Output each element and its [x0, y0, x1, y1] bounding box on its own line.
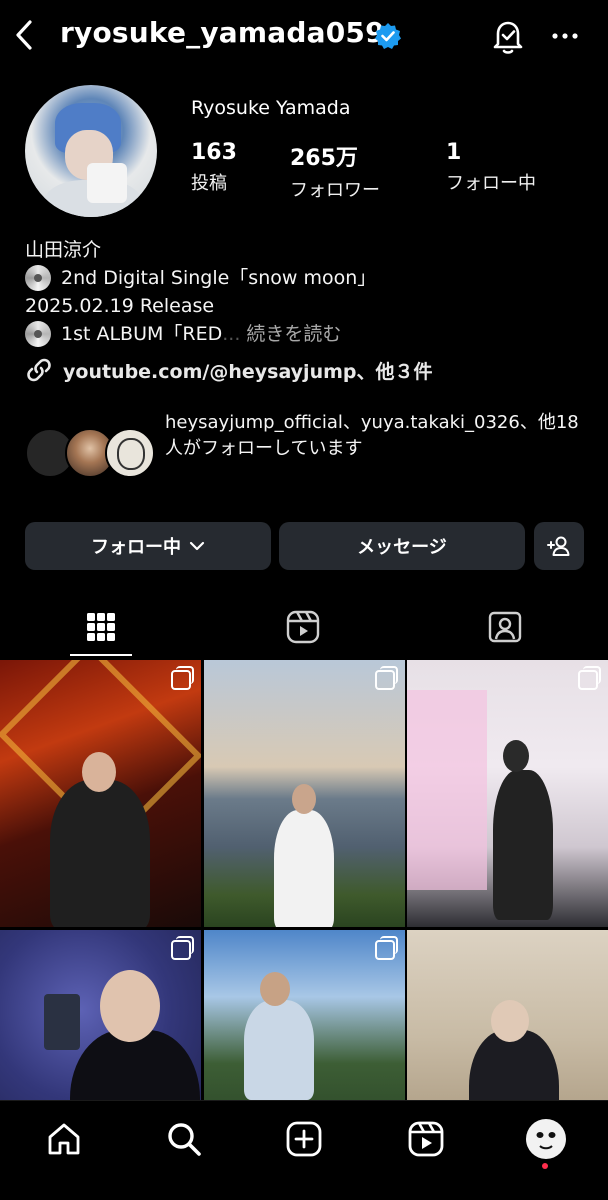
- bio-line-name: 山田涼介: [25, 236, 585, 264]
- multi-photo-icon: [171, 936, 194, 960]
- read-more-link[interactable]: 続きを読む: [246, 320, 341, 348]
- verified-badge-icon: [375, 23, 401, 49]
- photo-subject: [493, 770, 553, 920]
- profile-avatar-icon: [526, 1119, 566, 1159]
- nav-home[interactable]: [42, 1117, 86, 1161]
- bottom-navigation: [0, 1100, 608, 1200]
- profile-bio: 山田涼介 2nd Digital Single「snow moon」 2025.…: [25, 236, 585, 348]
- tab-reels[interactable]: [202, 596, 404, 658]
- post-thumbnail[interactable]: [0, 660, 201, 927]
- multi-photo-icon: [171, 666, 194, 690]
- bio-external-link[interactable]: youtube.com/@heysayjump、他３件: [25, 356, 433, 384]
- stat-followers-value: 265万: [290, 146, 358, 171]
- photo-subject-head: [260, 972, 290, 1006]
- photo-subject: [244, 1000, 314, 1100]
- bio-line-release: 2025.02.19 Release: [25, 292, 585, 320]
- chevron-down-icon: [189, 541, 205, 551]
- plus-square-icon: [286, 1121, 322, 1157]
- avatar-cup: [87, 163, 127, 203]
- bio-name-text: 山田涼介: [25, 239, 102, 261]
- search-icon: [168, 1123, 201, 1156]
- following-button-label: フォロー中: [91, 537, 181, 558]
- bio-single-text: 2nd Digital Single「snow moon」: [61, 267, 377, 289]
- message-button-label: メッセージ: [357, 537, 447, 558]
- stat-posts[interactable]: 163 投稿: [191, 140, 237, 195]
- stat-following-value: 1: [446, 140, 462, 165]
- profile-username: ryosuke_yamada059: [60, 16, 385, 49]
- add-user-icon: [547, 536, 570, 556]
- follower-avatar: [105, 428, 155, 478]
- bio-album-text: 1st ALBUM「RED: [61, 323, 223, 345]
- multi-photo-icon: [578, 666, 601, 690]
- multi-photo-icon: [375, 936, 398, 960]
- nav-search[interactable]: [162, 1117, 206, 1161]
- notification-dot: [542, 1163, 548, 1169]
- stat-followers-label: フォロワー: [290, 180, 380, 201]
- grid-icon: [87, 613, 115, 641]
- top-bar: ryosuke_yamada059: [0, 0, 608, 72]
- profile-tabs: [0, 596, 608, 658]
- stat-following-label: フォロー中: [446, 173, 536, 194]
- cd-icon: [25, 321, 51, 347]
- stat-posts-label: 投稿: [191, 173, 227, 194]
- display-name: Ryosuke Yamada: [191, 97, 351, 119]
- photo-subject: [50, 780, 150, 927]
- nav-create[interactable]: [282, 1117, 326, 1161]
- stat-posts-value: 163: [191, 140, 237, 165]
- notification-bell-icon[interactable]: [488, 16, 528, 56]
- photo-subject-head: [82, 752, 116, 792]
- bio-ellipsis: ...: [222, 323, 241, 345]
- tagged-user-icon: [488, 611, 522, 643]
- post-grid: [0, 660, 608, 1197]
- tab-tagged[interactable]: [404, 596, 606, 658]
- arcade-machine: [407, 690, 487, 890]
- multi-photo-icon: [375, 666, 398, 690]
- photo-subject-head: [292, 784, 316, 814]
- home-icon: [48, 1123, 80, 1155]
- tab-grid[interactable]: [0, 596, 202, 658]
- add-user-button[interactable]: [534, 522, 584, 570]
- bio-release-text: 2025.02.19 Release: [25, 295, 215, 317]
- avatar-sketch-face: [117, 438, 145, 470]
- avatar-doodle: [536, 1132, 556, 1150]
- nav-profile[interactable]: [524, 1117, 568, 1161]
- followed-by-row[interactable]: heysayjump_official、yuya.takaki_0326、他18…: [25, 410, 595, 500]
- photo-subject-head: [491, 1000, 529, 1042]
- reels-icon: [408, 1121, 444, 1157]
- photo-subject-head: [503, 740, 529, 772]
- bio-line-album: 1st ALBUM「RED ... 続きを読む: [25, 320, 585, 348]
- stat-followers[interactable]: 265万 フォロワー: [290, 140, 380, 202]
- photo-subject-head: [100, 970, 160, 1042]
- active-tab-indicator: [70, 654, 132, 656]
- stat-following[interactable]: 1 フォロー中: [446, 140, 536, 195]
- profile-avatar[interactable]: [25, 85, 157, 217]
- more-horizontal-icon[interactable]: [548, 22, 582, 50]
- chevron-left-icon[interactable]: [12, 18, 38, 52]
- message-button[interactable]: メッセージ: [279, 522, 525, 570]
- cd-icon: [25, 265, 51, 291]
- nav-reels[interactable]: [404, 1117, 448, 1161]
- post-thumbnail[interactable]: [407, 660, 608, 927]
- followed-by-text: heysayjump_official、yuya.takaki_0326、他18…: [165, 412, 579, 459]
- photo-subject: [274, 810, 334, 927]
- bio-line-single: 2nd Digital Single「snow moon」: [25, 264, 585, 292]
- phone-prop: [44, 994, 80, 1050]
- reels-icon: [286, 610, 320, 644]
- following-button[interactable]: フォロー中: [25, 522, 271, 570]
- post-thumbnail[interactable]: [204, 660, 405, 927]
- bio-link-text: youtube.com/@heysayjump、他３件: [63, 360, 433, 383]
- link-icon: [27, 358, 51, 382]
